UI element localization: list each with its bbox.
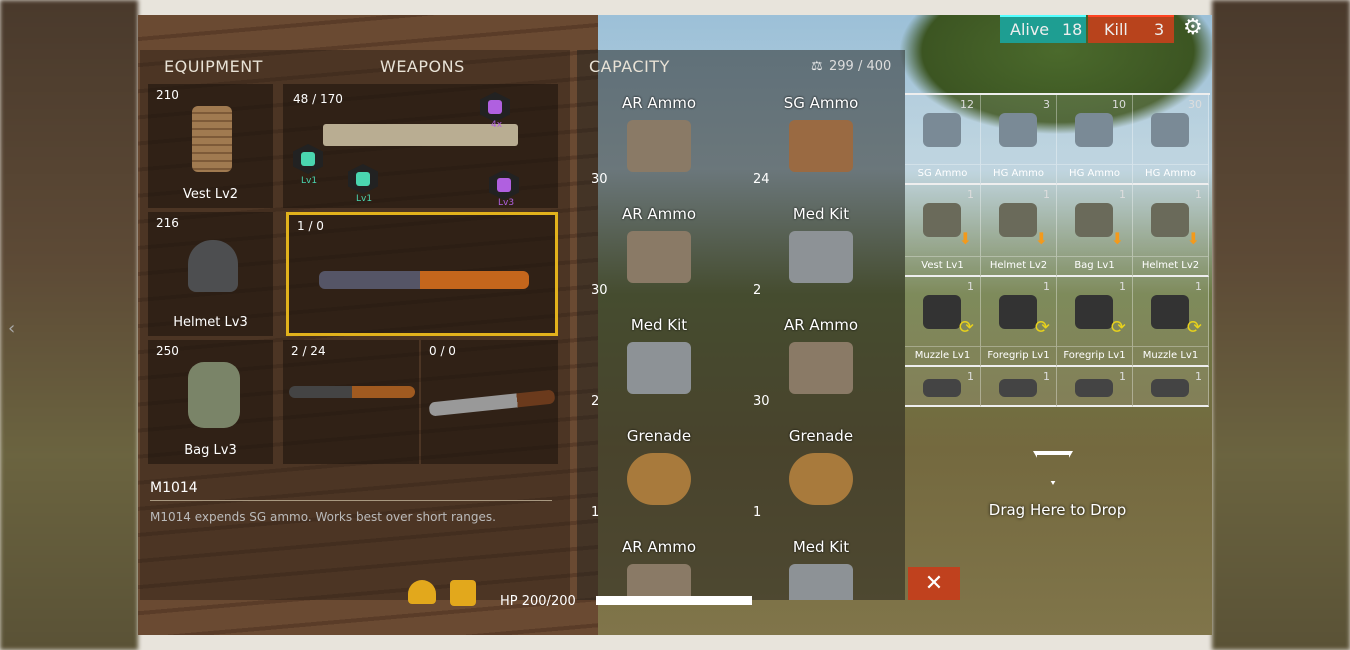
magazine-attachment-icon[interactable]	[489, 170, 519, 200]
backpack-item[interactable]: Grenade 1	[741, 421, 901, 532]
nearby-items-grid: 12 SG Ammo 3 HG Ammo 10 HG Ammo 30 HG Ammo 1 ⬇ Ves…	[905, 93, 1210, 407]
muzzle-attachment-icon[interactable]	[293, 144, 323, 174]
equipment-slot-bag[interactable]: 250 Bag Lv3	[148, 340, 273, 464]
item-icon	[627, 231, 691, 283]
item-icon	[789, 231, 853, 283]
backpack-item[interactable]: Med Kit 2	[741, 199, 901, 310]
ground-item[interactable]: 1 ⬇ Helmet Lv2	[981, 185, 1057, 277]
machete-icon	[428, 389, 556, 417]
item-icon	[789, 342, 853, 394]
ground-item[interactable]: 1	[1057, 367, 1133, 407]
ground-item[interactable]: 3 HG Ammo	[981, 95, 1057, 185]
backpack-icon	[188, 362, 240, 428]
ground-item[interactable]: 30 HG Ammo	[1133, 95, 1209, 185]
hp-bar	[596, 596, 752, 605]
backpack-item[interactable]: Med Kit	[741, 532, 901, 600]
gear-icon[interactable]: ⚙	[1183, 15, 1203, 40]
item-description: M1014 expends SG ammo. Works best over s…	[150, 510, 496, 524]
equip-arrow-icon: ⬇	[1034, 229, 1048, 248]
ground-item[interactable]: 10 HG Ammo	[1057, 95, 1133, 185]
ground-item[interactable]: 1 ⟳ Foregrip Lv1	[981, 277, 1057, 367]
weapon-slot-primary[interactable]: 48 / 170 Lv1 Lv1 4x Lv3	[283, 84, 558, 208]
ground-item[interactable]: 1	[981, 367, 1057, 407]
item-icon	[1151, 113, 1189, 147]
backpack-item[interactable]: AR Ammo 30	[579, 88, 739, 199]
ground-item[interactable]: 1	[1133, 367, 1209, 407]
vest-icon	[192, 106, 232, 172]
item-icon	[627, 342, 691, 394]
swap-icon: ⟳	[1186, 317, 1202, 338]
assault-rifle-icon	[323, 124, 518, 146]
item-icon	[1075, 379, 1113, 397]
equipment-slot-vest[interactable]: 210 Vest Lv2	[148, 84, 273, 208]
ground-item[interactable]: 1 ⬇ Helmet Lv2	[1133, 185, 1209, 277]
chevron-left-icon: ‹	[8, 318, 16, 339]
ground-item[interactable]: 1	[905, 367, 981, 407]
weapon-slot-melee[interactable]: 0 / 0	[421, 340, 558, 464]
weapons-header: WEAPONS	[380, 57, 465, 76]
alive-counter: Alive 18	[1000, 15, 1086, 43]
item-icon	[999, 379, 1037, 397]
backpack-item[interactable]: AR Ammo 30	[579, 199, 739, 310]
item-icon	[1151, 379, 1189, 397]
item-icon	[999, 295, 1037, 329]
equipment-header: EQUIPMENT	[164, 57, 263, 76]
weapon-slot-shotgun[interactable]: 2 / 24	[283, 340, 419, 464]
ground-item[interactable]: 1 ⬇ Vest Lv1	[905, 185, 981, 277]
swap-icon: ⟳	[1034, 317, 1050, 338]
helmet-status-icon	[408, 580, 436, 604]
item-icon	[627, 453, 691, 505]
helmet-icon	[188, 240, 238, 292]
item-icon	[1075, 295, 1113, 329]
equip-arrow-icon: ⬇	[958, 229, 972, 248]
ground-item[interactable]: 1 ⟳ Muzzle Lv1	[1133, 277, 1209, 367]
vest-status-icon	[450, 580, 476, 606]
item-title: M1014	[150, 480, 198, 496]
item-icon	[923, 295, 961, 329]
item-icon	[1075, 203, 1113, 237]
item-icon	[923, 203, 961, 237]
close-button[interactable]: ✕	[908, 567, 960, 600]
drop-icon	[1033, 451, 1073, 485]
weight-icon: ⚖	[811, 59, 823, 74]
item-icon	[1151, 295, 1189, 329]
weapon-slot-secondary-selected[interactable]: 1 / 0	[286, 212, 558, 336]
swap-icon: ⟳	[1110, 317, 1126, 338]
backpack-item[interactable]: Grenade 1	[579, 421, 739, 532]
backpack-item[interactable]: Med Kit 2	[579, 310, 739, 421]
item-icon	[1075, 113, 1113, 147]
scope-attachment-icon[interactable]	[480, 92, 510, 122]
foregrip-attachment-icon[interactable]	[348, 164, 378, 194]
ground-item[interactable]: 1 ⟳ Muzzle Lv1	[905, 277, 981, 367]
swap-icon: ⟳	[958, 317, 974, 338]
capacity-header: CAPACITY	[589, 57, 670, 76]
item-icon	[923, 379, 961, 397]
equip-arrow-icon: ⬇	[1110, 229, 1124, 248]
backpack-panel: CAPACITY ⚖ 299 / 400 AR Ammo 30 SG Ammo 2…	[577, 50, 905, 600]
hp-text: HP 200/200	[500, 594, 576, 609]
capacity-value: 299 / 400	[829, 59, 892, 74]
item-icon	[789, 564, 853, 600]
equipment-slot-helmet[interactable]: 216 Helmet Lv3	[148, 212, 273, 336]
item-icon	[789, 120, 853, 172]
item-icon	[999, 113, 1037, 147]
backpack-item[interactable]: AR Ammo	[579, 532, 739, 600]
item-icon	[789, 453, 853, 505]
ground-item[interactable]: 1 ⬇ Bag Lv1	[1057, 185, 1133, 277]
equip-arrow-icon: ⬇	[1186, 229, 1200, 248]
item-icon	[627, 120, 691, 172]
item-icon	[999, 203, 1037, 237]
item-icon	[627, 564, 691, 600]
grenade-launcher-icon	[319, 271, 529, 289]
backpack-item[interactable]: AR Ammo 30	[741, 310, 901, 421]
ground-item[interactable]: 12 SG Ammo	[905, 95, 981, 185]
item-icon	[923, 113, 961, 147]
ground-item[interactable]: 1 ⟳ Foregrip Lv1	[1057, 277, 1133, 367]
shotgun-icon	[289, 386, 415, 398]
loadout-panel: EQUIPMENT WEAPONS 210 Vest Lv2 216 Helme…	[140, 50, 570, 600]
kill-counter: Kill 3	[1088, 15, 1174, 43]
backpack-item[interactable]: SG Ammo 24	[741, 88, 901, 199]
item-icon	[1151, 203, 1189, 237]
